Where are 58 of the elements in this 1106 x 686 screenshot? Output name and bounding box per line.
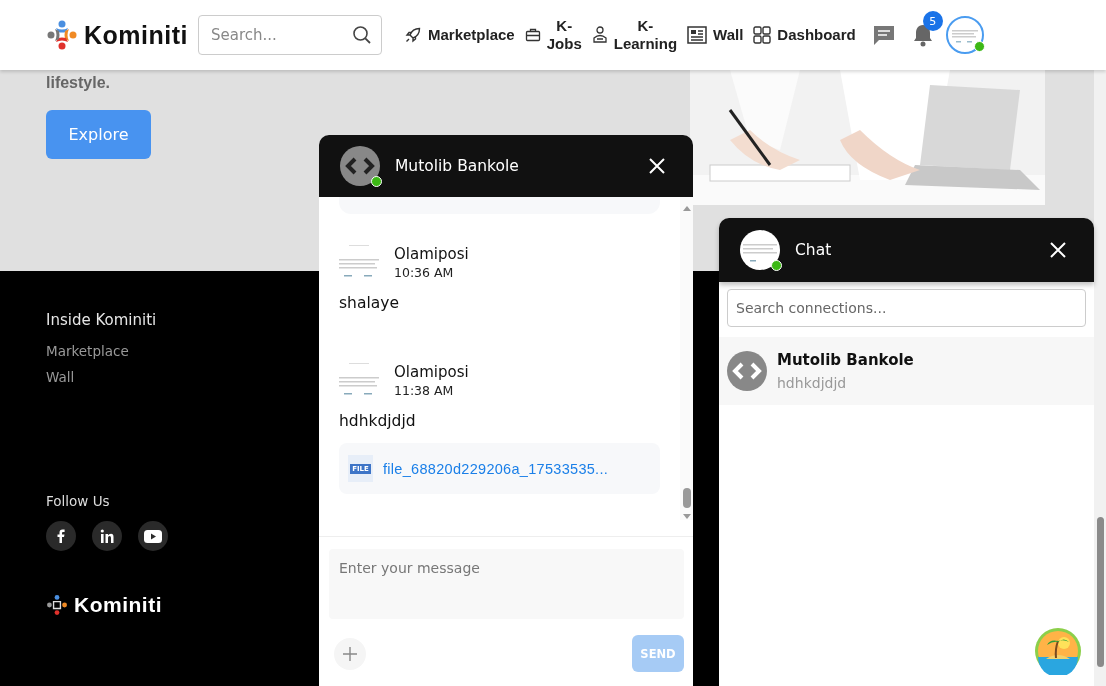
message-preview: hdhkdjdjd [777, 375, 848, 391]
scrollbar[interactable] [680, 197, 693, 520]
profile-avatar[interactable] [945, 16, 984, 54]
message-text: shalaye [339, 294, 400, 312]
sender-name: Olamiposi [394, 363, 469, 381]
avatar-icon [727, 351, 767, 391]
scrollbar[interactable] [1094, 70, 1106, 686]
logo-text[interactable]: Kominiti [84, 20, 188, 50]
message-time: 10:36 AM [394, 265, 455, 280]
island-icon[interactable] [1034, 627, 1082, 675]
avatar-icon [340, 146, 380, 186]
youtube-button[interactable] [138, 521, 168, 551]
rocket-icon [404, 26, 422, 44]
message-field[interactable]: Enter your message [329, 549, 684, 619]
footer-link[interactable]: Marketplace [46, 343, 129, 359]
close-icon[interactable] [1050, 242, 1066, 258]
learner-icon [591, 26, 608, 44]
chat-title: Mutolib Bankole [395, 157, 520, 175]
scroll-down-icon[interactable] [681, 514, 692, 520]
logo-text[interactable]: Kominiti [74, 593, 162, 617]
bell-icon[interactable] [911, 23, 934, 47]
newspaper-icon [687, 26, 708, 44]
chat-title: Chat [795, 241, 833, 259]
footer-heading: Inside Kominiti [46, 311, 157, 329]
message-time: 11:38 AM [394, 383, 455, 398]
scroll-thumb[interactable] [682, 488, 691, 508]
logo-icon [46, 19, 78, 51]
nav-link[interactable]: Dashboard [753, 26, 856, 44]
facebook-icon [57, 529, 65, 543]
hero-text: lifestyle. [46, 74, 112, 92]
grid-icon [753, 26, 772, 44]
nav-link[interactable]: K-Jobs [524, 17, 582, 53]
contact-name: Mutolib Bankole [777, 351, 914, 369]
linkedin-button[interactable] [92, 521, 122, 551]
briefcase-icon [524, 27, 541, 43]
follow-heading: Follow Us [46, 493, 110, 509]
nav-link[interactable]: Marketplace [404, 26, 515, 44]
plus-icon [343, 646, 357, 661]
nav-link[interactable]: Wall [687, 26, 744, 44]
search-field[interactable]: Search... [198, 15, 382, 55]
scroll-up-icon[interactable] [681, 205, 692, 211]
add-button[interactable] [334, 637, 366, 670]
notification-badge: 5 [922, 11, 943, 31]
nav-link[interactable]: K-Learning [591, 17, 678, 53]
footer-link[interactable]: Wall [46, 369, 75, 385]
contact-item[interactable]: Mutolib Bankole hdhkdjdjd [719, 337, 1094, 405]
close-icon[interactable] [649, 158, 665, 174]
search-field[interactable]: Search connections... [727, 289, 1086, 327]
scroll-thumb[interactable] [1097, 517, 1104, 667]
search-icon[interactable] [352, 25, 372, 45]
logo-icon [46, 594, 68, 616]
sender-name: Olamiposi [394, 245, 469, 263]
message-text: hdhkdjdjd [339, 412, 417, 430]
linkedin-icon [100, 529, 114, 543]
youtube-icon [144, 529, 162, 543]
message-icon[interactable] [871, 23, 896, 47]
facebook-button[interactable] [46, 521, 76, 551]
file-link[interactable]: file_68820d229206a_17533535... [383, 460, 609, 477]
